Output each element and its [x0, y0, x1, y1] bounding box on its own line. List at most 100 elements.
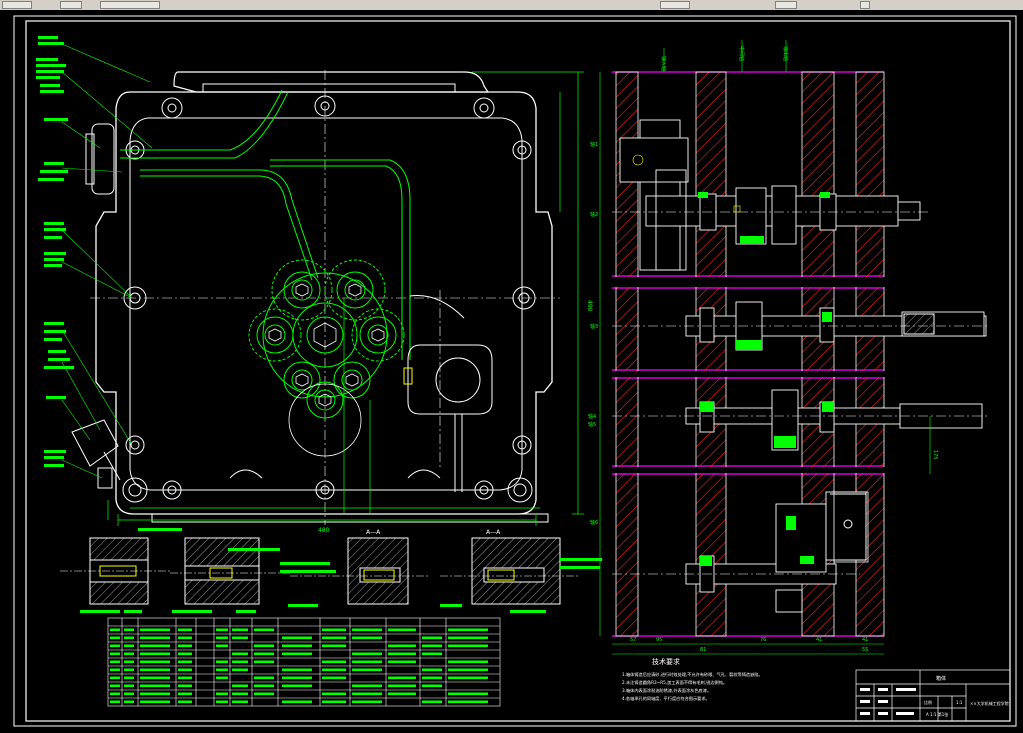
table-cell — [448, 676, 488, 680]
table-cell — [422, 644, 442, 648]
table-cell — [422, 700, 442, 704]
table-cell — [232, 692, 248, 696]
title-block-scale: 1:1 — [956, 700, 963, 705]
table-cell — [388, 660, 416, 664]
toolbar-button[interactable] — [100, 1, 160, 9]
table-cell — [140, 652, 170, 656]
title-block-name: 箱体 — [936, 675, 946, 682]
dim-height: 490 — [586, 300, 593, 312]
table-cell — [140, 692, 170, 696]
table-cell — [352, 668, 382, 672]
toolbar-button[interactable] — [860, 1, 870, 9]
dim-41: 41 — [816, 637, 822, 643]
shaft-assembly-view: 57 95 81 76 41 55 41 175 输入轴 中间轴 输出轴 轴1 … — [588, 40, 990, 655]
table-cell — [216, 660, 228, 664]
table-cell — [352, 692, 382, 696]
note-1: 1.箱体铸造后应清砂,进行时效处理,不允许有砂眼、气孔、裂纹等铸造缺陷。 — [622, 671, 763, 678]
table-cell — [216, 692, 228, 696]
table-cell — [110, 692, 120, 696]
dim-width: 480 — [318, 527, 330, 534]
table-cell — [282, 684, 312, 688]
table-cell — [140, 628, 170, 632]
row-label-4: 轴4 — [588, 413, 596, 420]
table-cell — [282, 644, 312, 648]
table-cell — [254, 684, 274, 688]
table-cell — [110, 700, 120, 704]
table-cell — [232, 700, 248, 704]
table-cell — [216, 636, 228, 640]
cad-drawing-canvas[interactable]: 480 490 A—A A—A 57 95 81 76 41 55 41 175… — [0, 10, 1023, 733]
table-cell — [322, 676, 346, 680]
table-cell — [110, 660, 120, 664]
toolbar-button[interactable] — [60, 1, 82, 9]
table-cell — [216, 676, 228, 680]
table-cell — [352, 628, 382, 632]
table-cell — [178, 676, 192, 680]
housing-main-view: 480 490 — [36, 36, 593, 534]
row-label-2: 轴2 — [590, 211, 598, 218]
table-cell — [352, 660, 382, 664]
row-label-6: 轴6 — [590, 519, 598, 526]
table-cell — [216, 628, 228, 632]
table-cell — [178, 636, 192, 640]
dim-55: 55 — [862, 647, 868, 653]
table-cell — [254, 628, 274, 632]
table-cell — [140, 684, 170, 688]
toolbar-button[interactable] — [775, 1, 797, 9]
table-cell — [232, 684, 248, 688]
table-cell — [388, 644, 416, 648]
table-cell — [178, 668, 192, 672]
table-cell — [124, 652, 134, 656]
table-cell — [322, 628, 346, 632]
note-2: 2.未注铸造圆角R3~R5,加工表面不得有毛刺,锐边倒钝。 — [622, 679, 727, 686]
toolbar-button[interactable] — [660, 1, 690, 9]
shaft-label-output: 输出轴 — [782, 46, 789, 61]
table-cell — [232, 660, 248, 664]
table-cell — [232, 652, 248, 656]
table-cell — [140, 636, 170, 640]
dim-81: 81 — [700, 647, 706, 653]
table-cell — [352, 652, 382, 656]
table-cell — [282, 668, 312, 672]
section-label: A—A — [366, 529, 381, 536]
table-cell — [282, 700, 312, 704]
table-cell — [422, 684, 442, 688]
table-cell — [322, 668, 346, 672]
dim-41b: 41 — [862, 637, 868, 643]
table-cell — [110, 684, 120, 688]
dim-95: 95 — [656, 637, 662, 643]
table-cell — [124, 692, 134, 696]
table-cell — [110, 676, 120, 680]
table-cell — [140, 676, 170, 680]
table-cell — [110, 644, 120, 648]
table-cell — [448, 644, 488, 648]
table-cell — [388, 676, 416, 680]
table-cell — [448, 700, 488, 704]
table-cell — [448, 692, 488, 696]
toolbar-button[interactable] — [2, 1, 32, 9]
table-cell — [422, 652, 442, 656]
table-cell — [322, 700, 346, 704]
table-cell — [124, 660, 134, 664]
dim-76: 76 — [760, 637, 766, 643]
table-cell — [352, 636, 382, 640]
title-block-scale-label: 比例 — [924, 699, 932, 705]
table-cell — [254, 660, 274, 664]
table-cell — [110, 668, 120, 672]
table-cell — [110, 652, 120, 656]
table-cell — [448, 668, 488, 672]
table-cell — [178, 692, 192, 696]
table-cell — [216, 668, 228, 672]
table-cell — [448, 628, 488, 632]
notes-title: 技术要求 — [652, 657, 680, 666]
table-cell — [124, 676, 134, 680]
table-cell — [178, 660, 192, 664]
table-cell — [352, 700, 382, 704]
title-block-text-blocks — [860, 688, 916, 715]
table-cell — [322, 644, 346, 648]
dim-175: 175 — [932, 450, 938, 460]
table-cell — [178, 628, 192, 632]
table-cell — [140, 660, 170, 664]
table-cell — [254, 676, 274, 680]
table-cell — [254, 692, 274, 696]
